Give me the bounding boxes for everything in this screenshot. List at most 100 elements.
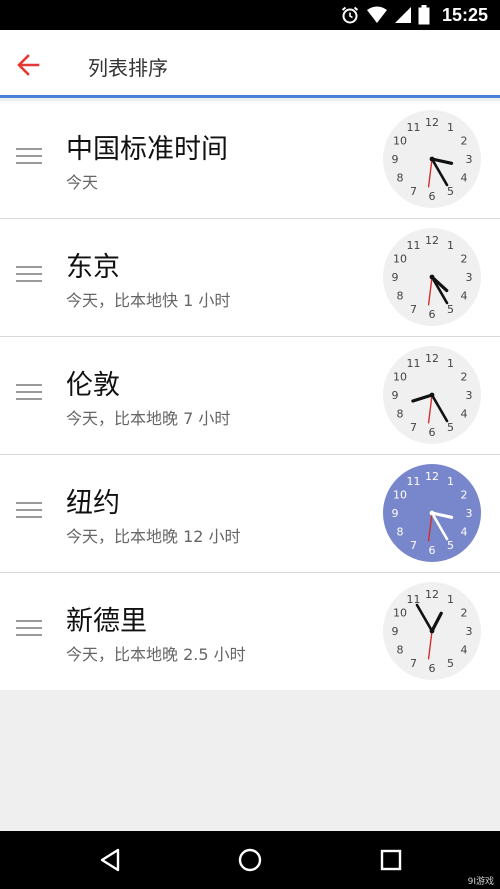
clock-number: 7: [410, 539, 417, 552]
back-button[interactable]: [14, 50, 44, 80]
clock-number: 6: [429, 190, 436, 203]
status-bar: 15:25: [0, 0, 500, 30]
status-time: 15:25: [441, 4, 488, 25]
clock-number: 7: [410, 421, 417, 434]
clock-number: 1: [447, 239, 454, 252]
alarm-icon: [341, 6, 359, 24]
clock-number: 3: [466, 507, 473, 520]
drag-handle-icon[interactable]: [16, 502, 42, 518]
clock-row-tokyo[interactable]: 东京 今天，比本地快 1 小时 12 1 2 3 4 5 6 7 8 9 10 11: [0, 219, 500, 337]
clock-number: 9: [392, 271, 399, 284]
city-name: 纽约: [66, 488, 120, 519]
page-title: 列表排序: [88, 56, 168, 80]
watermark-logo: 9I游戏: [467, 877, 494, 887]
clock-number: 2: [461, 253, 468, 266]
clock-number: 5: [447, 421, 454, 434]
clock-row-london[interactable]: 伦敦 今天，比本地晚 7 小时 12 1 2 3 4 5 6 7 8 9 10 11: [0, 337, 500, 455]
drag-handle-icon[interactable]: [16, 384, 42, 400]
analog-clock-icon: 12 12 3 45678 9 1011: [383, 110, 481, 208]
city-name: 中国标准时间: [66, 134, 228, 165]
clock-number: 10: [393, 253, 407, 266]
clock-number: 11: [407, 593, 421, 606]
clock-number: 4: [461, 526, 468, 539]
nav-recents-button[interactable]: [376, 845, 406, 875]
clock-number: 3: [466, 271, 473, 284]
drag-handle-icon[interactable]: [16, 148, 42, 164]
clock-number: 4: [461, 290, 468, 303]
arrow-left-icon: [17, 54, 40, 76]
clock-number: 12: [425, 234, 439, 247]
nav-bar: 9I游戏: [0, 831, 500, 889]
clock-number: 11: [407, 239, 421, 252]
battery-icon: [418, 5, 430, 25]
clock-number: 12: [425, 352, 439, 365]
clock-number: 9: [392, 507, 399, 520]
clock-number: 8: [396, 408, 403, 421]
clock-number: 11: [407, 357, 421, 370]
clock-number: 1: [447, 357, 454, 370]
city-name: 东京: [66, 252, 120, 283]
clock-number: 11: [407, 121, 421, 134]
analog-clock-icon: 12 12 3 45678 9 1011: [383, 464, 481, 562]
clock-number: 7: [410, 185, 417, 198]
clock-number: 12: [425, 116, 439, 129]
clock-number: 2: [461, 371, 468, 384]
city-time-diff: 今天，比本地晚 7 小时: [66, 409, 231, 428]
clock-number: 6: [429, 308, 436, 321]
wifi-icon: [366, 6, 387, 23]
city-time-diff: 今天，比本地快 1 小时: [66, 291, 231, 310]
nav-back-button[interactable]: [96, 845, 126, 875]
recents-square-icon: [380, 849, 402, 871]
clock-number: 12: [425, 470, 439, 483]
analog-clock-icon: 12 12 3 45678 9 1011: [383, 346, 481, 444]
clock-number: 8: [396, 526, 403, 539]
clock-number: 3: [466, 625, 473, 638]
clock-number: 1: [447, 121, 454, 134]
clock-number: 2: [461, 135, 468, 148]
clock-number: 4: [461, 644, 468, 657]
clock-number: 10: [393, 607, 407, 620]
clock-number: 10: [393, 371, 407, 384]
app-bar: 列表排序: [0, 30, 500, 98]
city-time-diff: 今天: [66, 173, 99, 192]
clock-number: 12: [425, 588, 439, 601]
clock-number: 5: [447, 303, 454, 316]
clock-number: 3: [466, 389, 473, 402]
clock-number: 4: [461, 408, 468, 421]
clock-number: 2: [461, 489, 468, 502]
clock-number: 8: [396, 644, 403, 657]
clock-number: 1: [447, 593, 454, 606]
drag-handle-icon[interactable]: [16, 620, 42, 636]
clock-number: 9: [392, 625, 399, 638]
clock-number: 3: [466, 153, 473, 166]
clock-number: 6: [429, 426, 436, 439]
clock-number: 4: [461, 172, 468, 185]
clock-list: 中国标准时间 今天 12 1 2 3 4 5 6 7 8 9 10 11 东京 今天，比本地快 1 小…: [0, 101, 500, 690]
clock-number: 6: [429, 662, 436, 675]
clock-number: 8: [396, 290, 403, 303]
clock-number: 2: [461, 607, 468, 620]
home-circle-icon: [238, 848, 262, 872]
clock-row-new-york[interactable]: 纽约 今天，比本地晚 12 小时 12 1 2 3 4 5 6 7 8 9 10 11: [0, 455, 500, 573]
clock-number: 1: [447, 475, 454, 488]
clock-number: 7: [410, 657, 417, 670]
analog-clock-icon: 12 12 3 45678 9 1011: [383, 582, 481, 680]
clock-number: 5: [447, 539, 454, 552]
nav-home-button[interactable]: [235, 845, 265, 875]
city-name: 新德里: [66, 606, 147, 637]
back-triangle-icon: [100, 848, 120, 872]
clock-number: 11: [407, 475, 421, 488]
clock-number: 5: [447, 185, 454, 198]
clock-number: 8: [396, 172, 403, 185]
drag-handle-icon[interactable]: [16, 266, 42, 282]
clock-number: 10: [393, 489, 407, 502]
clock-number: 7: [410, 303, 417, 316]
clock-row-china[interactable]: 中国标准时间 今天 12 1 2 3 4 5 6 7 8 9 10 11: [0, 101, 500, 219]
clock-number: 6: [429, 544, 436, 557]
city-time-diff: 今天，比本地晚 2.5 小时: [66, 645, 246, 664]
clock-number: 9: [392, 389, 399, 402]
clock-row-new-delhi[interactable]: 新德里 今天，比本地晚 2.5 小时 12 1 2 3 4 5 6 7 8 9 10 11: [0, 573, 500, 690]
signal-icon: [394, 7, 411, 23]
analog-clock-icon: 12 12 3 45678 9 1011: [383, 228, 481, 326]
city-time-diff: 今天，比本地晚 12 小时: [66, 527, 241, 546]
